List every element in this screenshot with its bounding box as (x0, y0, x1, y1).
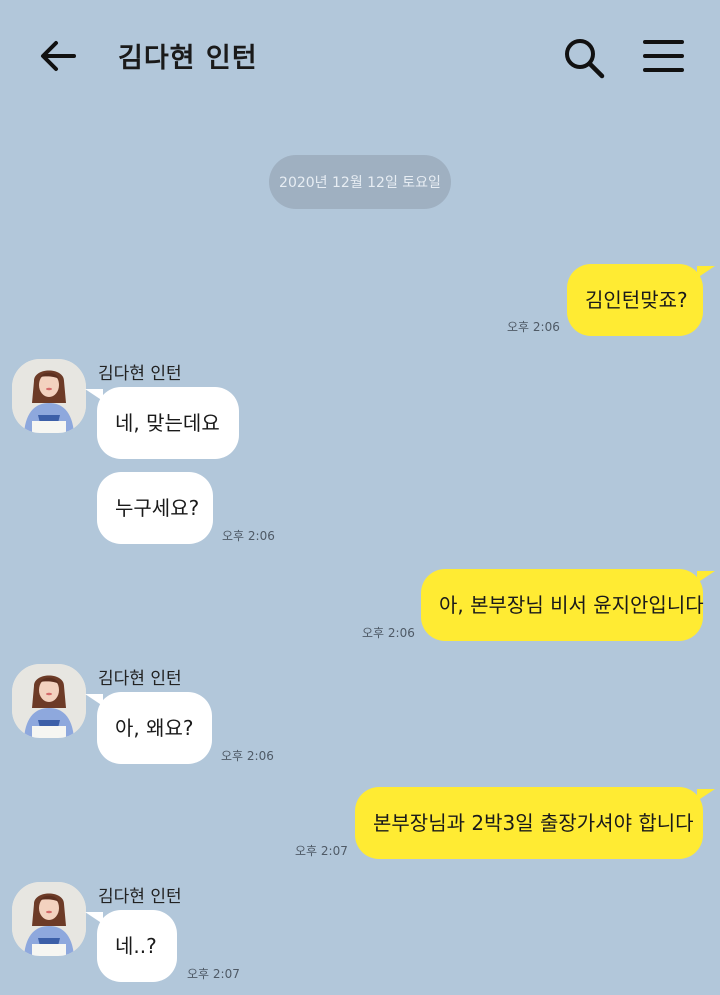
contact-photo (12, 664, 86, 738)
avatar[interactable] (12, 359, 86, 433)
message-bubble-me[interactable]: 김인턴맞죠? (567, 264, 703, 336)
bubble-tail (697, 571, 715, 583)
message-time: 오후 2:06 (507, 320, 560, 334)
message-bubble-them[interactable]: 누구세요? (97, 472, 213, 544)
bubble-tail (85, 694, 103, 706)
bubble-tail (85, 389, 103, 401)
bubble-tail (697, 266, 715, 278)
message-time: 오후 2:07 (295, 844, 348, 858)
back-button[interactable] (36, 36, 80, 76)
message-bubble-them[interactable]: 아, 왜요? (97, 692, 212, 764)
message-time: 오후 2:07 (187, 967, 240, 981)
menu-button[interactable] (642, 38, 686, 76)
message-bubble-them[interactable]: 네, 맞는데요 (97, 387, 239, 459)
message-time: 오후 2:06 (221, 749, 274, 763)
search-icon (565, 39, 605, 79)
sender-name: 김다현 인턴 (98, 669, 182, 689)
sender-name: 김다현 인턴 (98, 887, 182, 907)
message-bubble-them[interactable]: 네..? (97, 910, 177, 982)
avatar[interactable] (12, 882, 86, 956)
date-divider: 2020년 12월 12일 토요일 (269, 155, 451, 209)
message-time: 오후 2:06 (222, 529, 275, 543)
contact-photo (12, 359, 86, 433)
arrow-left-icon (41, 41, 76, 71)
chat-title: 김다현 인턴 (118, 43, 258, 74)
contact-photo (12, 882, 86, 956)
avatar[interactable] (12, 664, 86, 738)
bubble-tail (85, 912, 103, 924)
search-button[interactable] (562, 36, 606, 80)
sender-name: 김다현 인턴 (98, 364, 182, 384)
hamburger-menu-icon (643, 40, 684, 72)
message-bubble-me[interactable]: 본부장님과 2박3일 출장가셔야 합니다 (355, 787, 703, 859)
message-bubble-me[interactable]: 아, 본부장님 비서 윤지안입니다 (421, 569, 704, 641)
message-time: 오후 2:06 (362, 626, 415, 640)
bubble-tail (697, 789, 715, 801)
